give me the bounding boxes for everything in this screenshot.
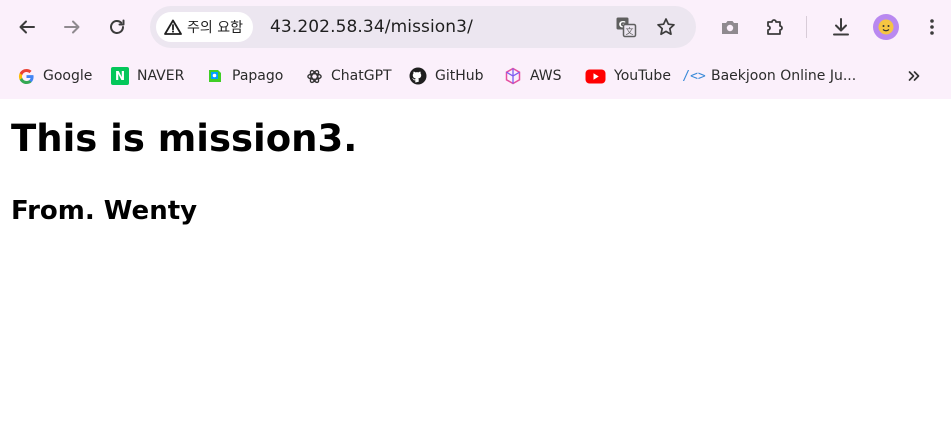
bookmark-naver[interactable]: N NAVER: [109, 61, 186, 91]
browser-toolbar: 주의 요함 43.202.58.34/mission3/ G文: [0, 0, 951, 54]
bookmark-label: ChatGPT: [331, 68, 392, 84]
star-icon: [657, 18, 675, 36]
naver-icon: N: [111, 67, 129, 85]
bookmark-label: AWS: [530, 68, 562, 84]
code-icon: /<>: [682, 68, 706, 84]
back-arrow-icon: [19, 20, 35, 34]
bookmark-label: Papago: [232, 68, 284, 84]
page-heading: This is mission3.: [11, 117, 358, 160]
bookmark-aws[interactable]: AWS: [502, 61, 564, 91]
chatgpt-icon: [305, 67, 323, 85]
camera-icon: [722, 21, 738, 34]
bookmark-baekjoon[interactable]: /<> Baekjoon Online Ju...: [682, 61, 858, 91]
google-icon: [17, 67, 35, 85]
page-subheading: From. Wenty: [11, 196, 198, 226]
papago-icon: [206, 67, 224, 85]
chevron-double-right-icon: [908, 71, 920, 81]
reload-button[interactable]: [101, 11, 133, 43]
bookmark-chatgpt[interactable]: ChatGPT: [303, 61, 394, 91]
forward-button[interactable]: [56, 11, 88, 43]
kebab-menu-icon: [930, 19, 934, 35]
reload-icon: [110, 19, 125, 34]
screenshot-button[interactable]: [716, 13, 744, 41]
bookmark-star-button[interactable]: [654, 15, 678, 39]
back-button[interactable]: [11, 11, 43, 43]
translate-icon: G文: [616, 17, 637, 38]
bookmark-label: Google: [43, 68, 93, 84]
address-bar[interactable]: 주의 요함 43.202.58.34/mission3/ G文: [150, 6, 696, 48]
security-chip[interactable]: 주의 요함: [156, 12, 253, 42]
aws-icon: [504, 67, 522, 85]
download-icon: [833, 18, 849, 36]
url-text[interactable]: 43.202.58.34/mission3/: [270, 17, 473, 37]
browser-chrome: 주의 요함 43.202.58.34/mission3/ G文 Google N…: [0, 0, 951, 99]
bookmarks-overflow-button[interactable]: [902, 64, 926, 88]
bookmark-github[interactable]: GitHub: [407, 61, 486, 91]
forward-arrow-icon: [64, 20, 80, 34]
bookmark-youtube[interactable]: YouTube: [582, 61, 673, 91]
bookmark-google[interactable]: Google: [15, 61, 94, 91]
bookmark-label: NAVER: [137, 68, 185, 84]
bookmark-papago[interactable]: Papago: [204, 61, 285, 91]
avatar-icon: [878, 19, 894, 35]
toolbar-separator: [806, 16, 807, 38]
youtube-icon: [584, 67, 606, 85]
bookmark-label: YouTube: [614, 68, 671, 84]
bookmarks-bar: Google N NAVER Papago ChatGPT GitHub AWS…: [0, 54, 951, 99]
menu-button[interactable]: [918, 13, 946, 41]
github-icon: [409, 67, 427, 85]
download-button[interactable]: [827, 13, 855, 41]
warning-triangle-icon: [164, 19, 182, 35]
translate-button[interactable]: G文: [614, 15, 638, 39]
extensions-button[interactable]: [761, 13, 789, 41]
bookmark-label: GitHub: [435, 68, 484, 84]
puzzle-icon: [767, 19, 783, 35]
profile-avatar[interactable]: [873, 14, 899, 40]
svg-text:文: 文: [626, 26, 634, 36]
security-label: 주의 요함: [187, 20, 243, 36]
bookmark-label: Baekjoon Online Ju...: [711, 68, 857, 84]
